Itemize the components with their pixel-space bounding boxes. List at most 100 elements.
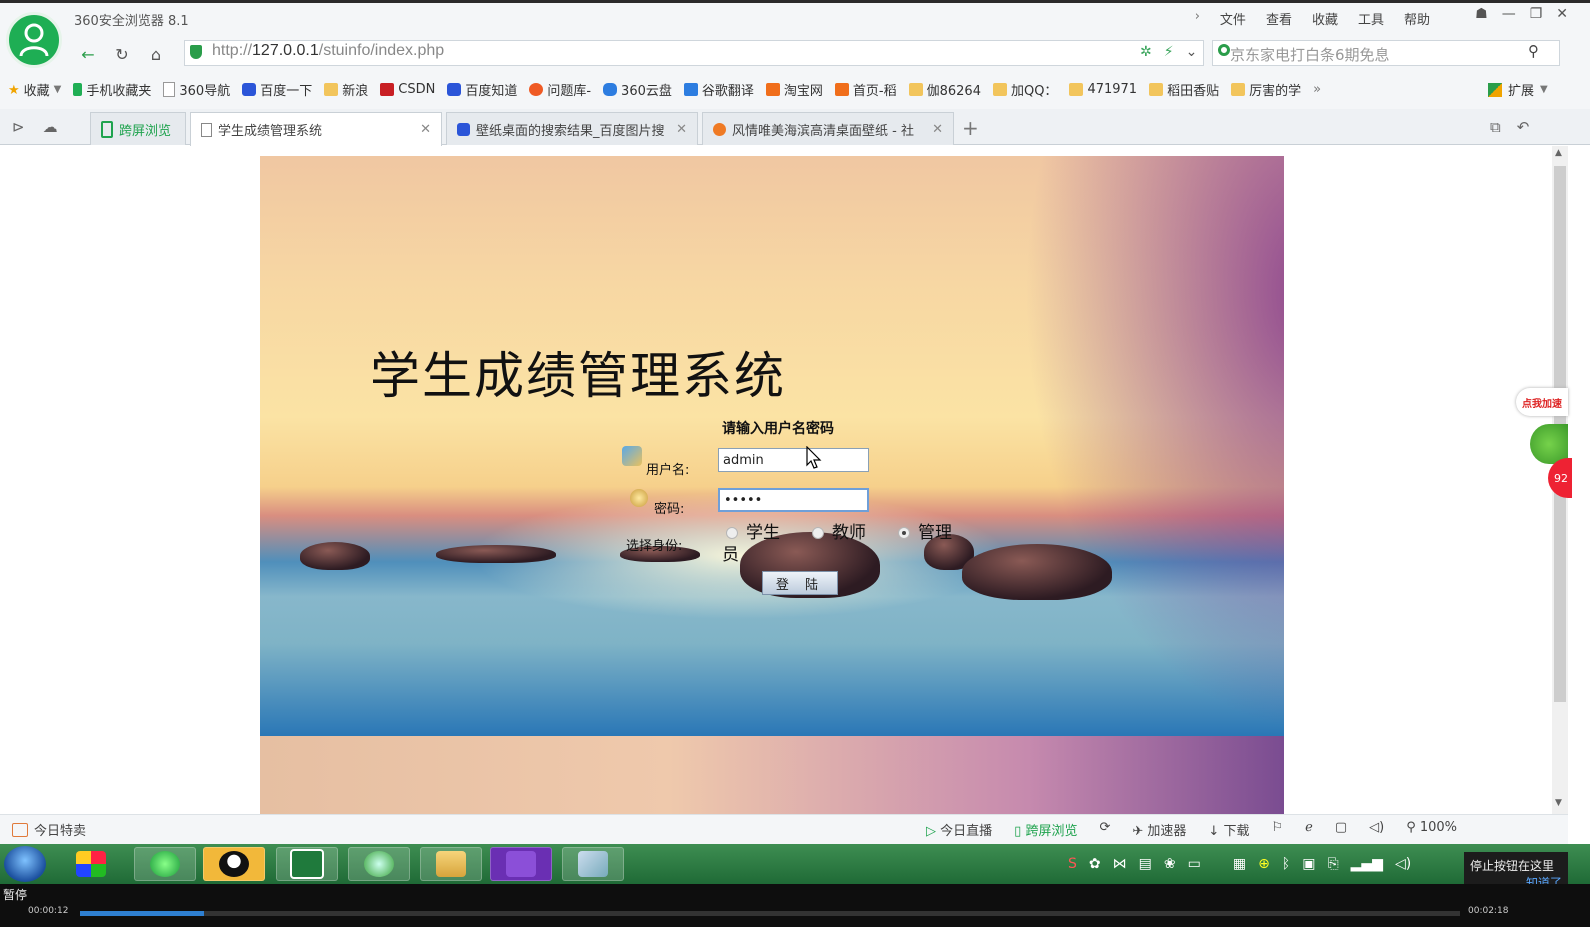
undo-close-icon[interactable]: ↶ xyxy=(1517,118,1530,136)
video-progress-track[interactable] xyxy=(80,911,1460,916)
menu-help[interactable]: 帮助 xyxy=(1404,9,1430,28)
speed-up-badge[interactable]: 点我加速 xyxy=(1516,388,1568,416)
plus-tray-icon[interactable]: ⊕ xyxy=(1258,856,1270,872)
role-radio-student[interactable] xyxy=(726,527,738,539)
play-icon: ▷ xyxy=(926,824,936,839)
ie-icon[interactable]: ℯ xyxy=(1305,820,1313,839)
bookmark-item[interactable]: 加QQ： xyxy=(992,80,1057,99)
taskbar-app-qq[interactable] xyxy=(203,847,265,881)
sound-icon[interactable]: ◁) xyxy=(1369,820,1384,839)
zoom-control[interactable]: ⚲ 100% xyxy=(1406,820,1457,839)
new-tab-button[interactable]: + xyxy=(962,116,979,140)
chevron-right-icon[interactable]: › xyxy=(1195,9,1200,28)
start-button[interactable] xyxy=(4,846,46,882)
bookmark-item[interactable]: 471971 xyxy=(1069,80,1137,99)
url-text[interactable]: http://127.0.0.1/stuinfo/index.php xyxy=(212,42,444,60)
bookmark-item[interactable]: 新浪 xyxy=(324,80,368,99)
username-input[interactable] xyxy=(718,448,869,472)
bookmark-item[interactable]: 百度一下 xyxy=(242,80,312,99)
sogou-tray-icon[interactable]: S xyxy=(1068,856,1077,872)
login-button[interactable]: 登 陆 xyxy=(762,571,838,595)
extensions-button[interactable]: 扩展 ▼ xyxy=(1488,80,1548,99)
history-icon[interactable]: ⟳ xyxy=(1099,820,1110,839)
menu-favorites[interactable]: 收藏 xyxy=(1312,9,1338,28)
compat-mode-icon[interactable]: ✲ xyxy=(1140,44,1152,60)
bookmark-item[interactable]: 谷歌翻译 xyxy=(683,80,754,99)
monitor-tray-icon[interactable]: ▦ xyxy=(1233,856,1246,872)
tab-crossscreen[interactable]: 跨屏浏览 xyxy=(90,112,186,145)
bookmark-item[interactable]: CSDN xyxy=(380,80,435,99)
signal-icon[interactable]: ▂▄▆ xyxy=(1351,856,1383,872)
crossscreen-button[interactable]: ▯ 跨屏浏览 xyxy=(1014,820,1077,839)
bluetooth-icon[interactable]: ᛒ xyxy=(1282,856,1290,872)
bookmark-item[interactable]: 淘宝网 xyxy=(765,80,823,99)
grid-tray-icon[interactable]: ▤ xyxy=(1139,856,1152,872)
screen-tray-icon[interactable]: ▭ xyxy=(1188,856,1201,872)
user-avatar-icon[interactable] xyxy=(6,12,62,68)
bookmark-favorites[interactable]: ★ 收藏 ▼ xyxy=(8,80,61,99)
taskbar-app-notes[interactable] xyxy=(562,847,624,881)
usb-tray-icon[interactable]: ⎘ xyxy=(1327,856,1338,872)
close-button[interactable]: ✕ xyxy=(1556,6,1568,22)
taskbar-app-explorer[interactable] xyxy=(420,847,482,881)
cloud-icon[interactable]: ☁ xyxy=(43,118,58,136)
menu-view[interactable]: 查看 xyxy=(1266,9,1292,28)
taskbar-app-green[interactable] xyxy=(348,847,410,881)
tab-list-icon[interactable]: ⧉ xyxy=(1490,118,1501,136)
scroll-down-icon[interactable]: ▼ xyxy=(1555,798,1562,808)
minimize-button[interactable]: — xyxy=(1502,6,1516,22)
bookmark-item[interactable]: 稻田香贴 xyxy=(1149,80,1219,99)
bookmark-item[interactable]: 厉害的学 xyxy=(1231,80,1301,99)
bookmark-item[interactable]: 首页-稻 xyxy=(834,80,897,99)
role-teacher-label[interactable]: 教师 xyxy=(832,523,866,543)
window-icon[interactable]: ▢ xyxy=(1335,820,1347,839)
tab-beach-wallpaper[interactable]: 风情唯美海滨高清桌面壁纸 - 社 ✕ xyxy=(702,112,954,145)
taskbar-app-360browser[interactable] xyxy=(134,847,196,881)
bookmark-item[interactable]: 360云盘 xyxy=(603,80,672,99)
mouse-cursor-icon xyxy=(806,446,822,469)
back-arrow-icon[interactable]: ← xyxy=(76,43,100,65)
network-tray-icon[interactable]: ▣ xyxy=(1302,856,1315,872)
role-radio-teacher[interactable] xyxy=(812,527,824,539)
role-radio-admin[interactable] xyxy=(898,527,910,539)
bookmark-item[interactable]: 百度知道 xyxy=(447,80,517,99)
close-icon[interactable]: ✕ xyxy=(676,122,687,137)
role-student-label[interactable]: 学生 xyxy=(746,523,780,543)
taskbar-app-photos[interactable] xyxy=(60,847,122,881)
frog-tray-icon[interactable]: ❀ xyxy=(1164,856,1176,872)
tab-wallpaper-search[interactable]: 壁纸桌面的搜索结果_百度图片搜 ✕ xyxy=(446,112,698,145)
bookmark-item[interactable]: 360导航 xyxy=(163,80,230,99)
bookmark-item[interactable]: 问题库- xyxy=(529,80,591,99)
search-engine-icon[interactable] xyxy=(1218,44,1230,56)
maximize-button[interactable]: ❐ xyxy=(1530,6,1543,22)
search-icon[interactable]: ⚲ xyxy=(1528,42,1539,60)
sidebar-toggle-icon[interactable]: ⊳ xyxy=(12,118,25,136)
current-time: 00:00:12 xyxy=(28,906,69,916)
volume-icon[interactable]: ◁) xyxy=(1395,856,1411,872)
daily-deals-button[interactable]: 今日特卖 xyxy=(12,820,86,839)
accelerator-button[interactable]: ✈ 加速器 xyxy=(1132,820,1186,839)
taskbar-app-visualstudio[interactable] xyxy=(490,847,552,881)
vs-tray-icon[interactable]: ⋈ xyxy=(1113,856,1127,872)
home-icon[interactable]: ⌂ xyxy=(144,43,168,65)
bookmark-item[interactable]: 伽86264 xyxy=(908,80,981,99)
tab-student-system[interactable]: 学生成绩管理系统 ✕ xyxy=(190,112,442,146)
download-button[interactable]: ↓ 下载 xyxy=(1208,820,1249,839)
bookmarks-more-button[interactable]: » xyxy=(1313,80,1321,99)
dropdown-icon[interactable]: ⌄ xyxy=(1186,44,1198,60)
bookmark-item[interactable]: 手机收藏夹 xyxy=(73,80,151,99)
password-input[interactable] xyxy=(718,488,869,512)
security-shield-icon[interactable] xyxy=(190,45,202,59)
menu-file[interactable]: 文件 xyxy=(1220,9,1246,28)
live-button[interactable]: ▷ 今日直播 xyxy=(926,820,992,839)
taskbar-app-excel[interactable] xyxy=(276,847,338,881)
close-icon[interactable]: ✕ xyxy=(932,122,943,137)
refresh-icon[interactable]: ↻ xyxy=(110,43,134,65)
close-icon[interactable]: ✕ xyxy=(420,122,431,137)
menu-tools[interactable]: 工具 xyxy=(1358,9,1384,28)
skin-icon[interactable]: ☗ xyxy=(1475,6,1488,22)
scroll-up-icon[interactable]: ▲ xyxy=(1555,148,1562,158)
flag-icon[interactable]: ⚐ xyxy=(1271,820,1283,839)
lightning-icon[interactable]: ⚡ xyxy=(1164,44,1174,60)
flower-tray-icon[interactable]: ✿ xyxy=(1089,856,1101,872)
